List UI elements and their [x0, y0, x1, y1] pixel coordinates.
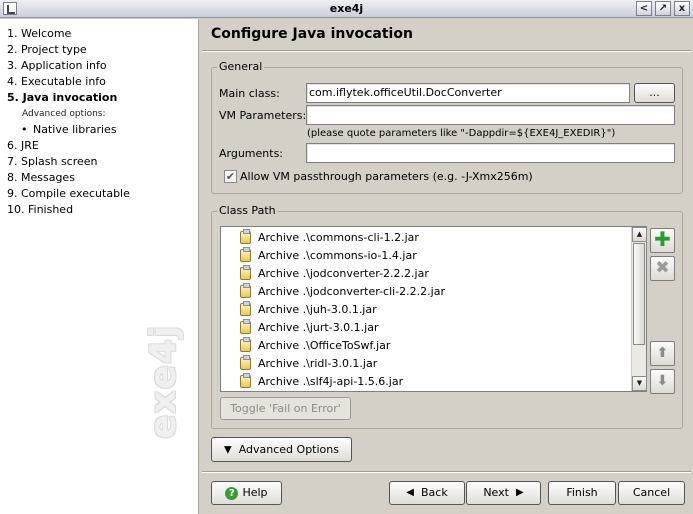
- bullet-icon: •: [21, 123, 28, 136]
- jar-archive-icon: [240, 337, 251, 352]
- jar-archive-icon: [240, 283, 251, 298]
- move-up-button[interactable]: ⬆: [650, 341, 675, 366]
- step-messages[interactable]: 8. Messages: [7, 171, 130, 187]
- step-project-type[interactable]: 2. Project type: [7, 43, 130, 59]
- move-down-button[interactable]: ⬇: [650, 369, 675, 394]
- browse-main-class-button[interactable]: ...: [634, 83, 675, 103]
- vm-parameters-label: VM Parameters:: [219, 109, 307, 122]
- footer-separator: [202, 471, 691, 473]
- jar-archive-icon: [240, 319, 251, 334]
- step-splash-screen[interactable]: 7. Splash screen: [7, 155, 130, 171]
- maximize-button[interactable]: ↗: [655, 1, 671, 16]
- jar-archive-icon: [240, 373, 251, 388]
- vm-parameters-field[interactable]: [306, 105, 675, 125]
- jar-archive-icon: [240, 265, 251, 280]
- vm-parameters-hint: (please quote parameters like "-Dappdir=…: [307, 128, 616, 139]
- classpath-entry-label: Archive .\slf4j-api-1.5.6.jar: [258, 375, 404, 388]
- help-icon: ?: [225, 486, 239, 500]
- advanced-options-button[interactable]: ▼ Advanced Options: [211, 437, 352, 462]
- classpath-entry-label: Archive .\jurt-3.0.1.jar: [258, 321, 379, 334]
- step-list: 1. Welcome 2. Project type 3. Applicatio…: [7, 27, 130, 219]
- classpath-scrollbar[interactable]: ▲ ▼: [631, 227, 647, 391]
- triangle-down-icon: ▼: [224, 444, 232, 456]
- scrollbar-thumb[interactable]: [633, 243, 645, 345]
- classpath-entry-label: Archive .\jodconverter-2.2.2.jar: [258, 267, 429, 280]
- next-button[interactable]: Next ▶: [466, 481, 541, 505]
- step-java-invocation[interactable]: 5. Java invocation: [7, 91, 130, 107]
- step-application-info[interactable]: 3. Application info: [7, 59, 130, 75]
- arrow-down-icon: ⬇: [656, 373, 669, 389]
- plus-icon: ✚: [654, 227, 671, 251]
- arrow-left-icon: ◀: [406, 487, 414, 498]
- jar-archive-icon: [240, 355, 251, 370]
- remove-x-icon: ✖: [655, 258, 670, 278]
- close-button[interactable]: x: [674, 1, 690, 16]
- help-button[interactable]: ? Help: [211, 481, 282, 505]
- cancel-button[interactable]: Cancel: [618, 481, 685, 505]
- classpath-entry-label: Archive .\OfficeToSwf.jar: [258, 339, 391, 352]
- allow-passthrough-checkbox[interactable]: ✔: [224, 170, 237, 183]
- arrow-up-icon: ⬆: [656, 345, 669, 361]
- remove-classpath-entry-button[interactable]: ✖: [650, 256, 675, 281]
- arguments-label: Arguments:: [219, 147, 284, 160]
- classpath-entry-label: Archive .\jodconverter-cli-2.2.2.jar: [258, 285, 445, 298]
- toggle-fail-on-error-button[interactable]: Toggle 'Fail on Error': [220, 397, 351, 420]
- window-title: exe4j: [329, 2, 364, 15]
- page-title: Configure Java invocation: [211, 26, 413, 42]
- back-button[interactable]: ◀ Back: [389, 481, 465, 505]
- add-classpath-entry-button[interactable]: ✚: [650, 228, 675, 253]
- step-compile-executable[interactable]: 9. Compile executable: [7, 187, 130, 203]
- jar-archive-icon: [240, 247, 251, 262]
- arguments-field[interactable]: [306, 143, 675, 163]
- classpath-list[interactable]: Archive .\commons-cli-1.2.jar Archive .\…: [220, 226, 647, 392]
- classpath-entry-label: Archive .\ridl-3.0.1.jar: [258, 357, 378, 370]
- step-advanced-options-heading: Advanced options:: [22, 109, 106, 119]
- next-label: Next: [483, 486, 509, 499]
- step-executable-info[interactable]: 4. Executable info: [7, 75, 130, 91]
- classpath-entry-label: Archive .\juh-3.0.1.jar: [258, 303, 377, 316]
- jar-archive-icon: [240, 301, 251, 316]
- minimize-button[interactable]: <: [636, 1, 652, 16]
- step-jre[interactable]: 6. JRE: [7, 139, 130, 155]
- exe4j-watermark-logo: exe4j: [143, 324, 184, 439]
- general-group-label: General: [217, 60, 265, 73]
- classpath-entry-label: Archive .\commons-cli-1.2.jar: [258, 231, 419, 244]
- step-welcome[interactable]: 1. Welcome: [7, 27, 130, 43]
- finish-button[interactable]: Finish: [548, 481, 616, 505]
- allow-passthrough-label: Allow VM passthrough parameters (e.g. -J…: [240, 170, 533, 183]
- scroll-down-icon[interactable]: ▼: [632, 376, 647, 391]
- main-class-field[interactable]: com.iflytek.officeUtil.DocConverter: [306, 83, 630, 103]
- step-native-libraries-label: Native libraries: [33, 123, 117, 136]
- wizard-steps-panel: 1. Welcome 2. Project type 3. Applicatio…: [0, 19, 199, 514]
- jar-archive-icon: [240, 229, 251, 244]
- classpath-group-label: Class Path: [217, 204, 278, 217]
- title-separator: [202, 50, 691, 52]
- arrow-right-icon: ▶: [515, 487, 524, 498]
- help-label: Help: [242, 486, 268, 499]
- step-native-libraries[interactable]: • Native libraries: [7, 123, 130, 139]
- classpath-entry-label: Archive .\commons-io-1.4.jar: [258, 249, 417, 262]
- advanced-options-label: Advanced Options: [238, 443, 339, 456]
- main-class-label: Main class:: [219, 87, 280, 100]
- back-label: Back: [420, 486, 448, 499]
- scroll-up-icon[interactable]: ▲: [632, 227, 647, 242]
- step-finished[interactable]: 10. Finished: [7, 203, 130, 219]
- title-bar: exe4j < ↗ x: [0, 0, 693, 18]
